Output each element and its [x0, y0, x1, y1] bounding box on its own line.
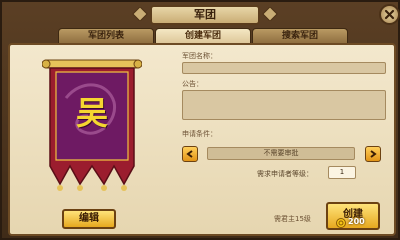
legion-banner[interactable]: 吴 — [41, 58, 143, 198]
chevron-left-icon — [186, 150, 193, 158]
condition-prev-button[interactable] — [182, 146, 198, 162]
ornament-icon — [132, 7, 148, 21]
condition-value: 不需要审批 — [207, 147, 355, 160]
window-title: 军团 — [150, 5, 260, 25]
create-button[interactable]: 创建 200 — [326, 202, 380, 230]
tab-bar: 军团列表 创建军团 搜索军团 — [58, 28, 348, 44]
chevron-right-icon — [370, 150, 377, 158]
edit-button[interactable]: 编辑 — [62, 209, 116, 229]
close-icon — [384, 9, 395, 20]
condition-next-button[interactable] — [365, 146, 381, 162]
level-label: 需求申请者等级： — [257, 170, 313, 178]
tab-search-legion[interactable]: 搜索军团 — [252, 28, 348, 44]
level-input[interactable]: 1 — [328, 166, 356, 179]
ornament-icon — [262, 7, 278, 21]
name-label: 军团名称： — [182, 52, 217, 60]
tab-create-legion[interactable]: 创建军团 — [155, 28, 251, 44]
window-frame: 军团 军团列表 创建军团 搜索军团 吴 编辑 军团名称： 公告： 申请条件： 不… — [0, 0, 400, 240]
requirement-text: 需君主15级 — [274, 215, 311, 223]
notice-label: 公告： — [182, 80, 203, 88]
condition-label: 申请条件： — [182, 130, 217, 138]
gold-coin-icon — [336, 218, 346, 228]
name-input[interactable] — [182, 62, 386, 74]
close-button[interactable] — [379, 4, 400, 25]
create-cost: 200 — [348, 217, 365, 226]
notice-textarea[interactable] — [182, 90, 386, 120]
tab-legion-list[interactable]: 军团列表 — [58, 28, 154, 44]
banner-emblem: 吴 — [75, 94, 108, 132]
